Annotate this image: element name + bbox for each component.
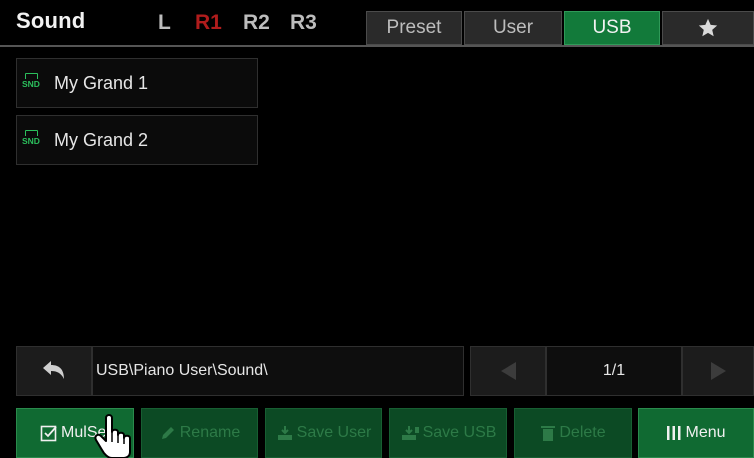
star-icon (698, 18, 718, 37)
list-item-label: My Grand 1 (54, 72, 149, 93)
header-divider (0, 45, 754, 47)
trash-icon (540, 424, 556, 442)
back-arrow-icon (43, 361, 64, 379)
save-icon (276, 424, 294, 442)
save-usb-button[interactable]: Save USB (389, 408, 507, 458)
page-indicator: 1/1 (546, 346, 682, 396)
tab-preset[interactable]: Preset (366, 11, 462, 45)
list-item-label: My Grand 2 (54, 129, 149, 150)
part-l-button[interactable]: L (158, 11, 171, 35)
checkbox-icon (40, 424, 58, 442)
tab-user[interactable]: User (464, 11, 562, 45)
menu-label: Menu (685, 424, 726, 441)
list-item[interactable]: SND My Grand 2 (16, 115, 258, 165)
page-prev-button[interactable] (470, 346, 546, 396)
list-item[interactable]: SND My Grand 1 (16, 58, 258, 108)
page-next-button[interactable] (682, 346, 754, 396)
path-display: USB\Piano User\Sound\ (92, 346, 464, 396)
save-user-button[interactable]: Save User (265, 408, 382, 458)
part-r3-button[interactable]: R3 (290, 11, 317, 35)
menu-button[interactable]: Menu (638, 408, 754, 458)
rename-label: Rename (179, 424, 241, 441)
snd-file-icon: SND (21, 73, 43, 93)
part-r1-button[interactable]: R1 (195, 11, 222, 35)
usb-save-icon (400, 424, 420, 442)
back-button[interactable] (16, 346, 92, 396)
menu-bars-icon (666, 425, 682, 441)
page-title: Sound (16, 8, 86, 33)
delete-button[interactable]: Delete (514, 408, 632, 458)
tab-usb[interactable]: USB (564, 11, 660, 45)
part-r2-button[interactable]: R2 (243, 11, 270, 35)
tab-favorites[interactable] (662, 11, 754, 45)
triangle-right-icon (710, 362, 726, 380)
snd-file-icon: SND (21, 130, 43, 150)
hand-pointer-icon (94, 414, 131, 458)
triangle-left-icon (500, 362, 516, 380)
delete-label: Delete (559, 424, 606, 441)
save-user-label: Save User (296, 424, 372, 441)
save-usb-label: Save USB (422, 424, 497, 441)
